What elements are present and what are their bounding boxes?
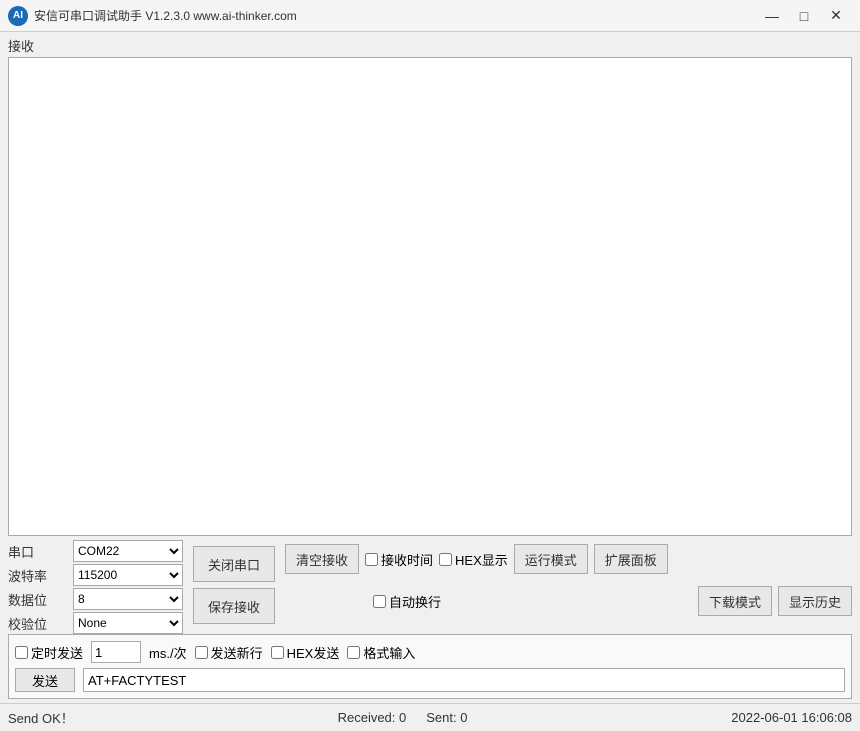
expand-panel-button[interactable]: 扩展面板 <box>594 544 668 574</box>
close-button[interactable]: ✕ <box>820 2 852 30</box>
port-select[interactable]: COM22 <box>73 540 183 562</box>
clear-receive-button[interactable]: 清空接收 <box>285 544 359 574</box>
hex-display-checkbox[interactable] <box>439 553 452 566</box>
auto-newline-checkbox[interactable] <box>373 595 386 608</box>
hex-display-group: HEX显示 <box>439 550 508 569</box>
auto-newline-group: 自动换行 <box>373 592 441 611</box>
close-port-button[interactable]: 关闭串口 <box>193 546 275 582</box>
send-ok-status: Send OK！ <box>8 708 74 727</box>
show-history-button[interactable]: 显示历史 <box>778 586 852 616</box>
receive-section: 接收 <box>8 36 852 536</box>
port-label: 串口 <box>8 542 69 561</box>
timed-send-label: 定时发送 <box>31 643 83 662</box>
send-panel: 定时发送 ms./次 发送新行 HEX发送 格式输入 发送 <box>8 634 852 699</box>
parity-label: 校验位 <box>8 614 69 633</box>
receive-label: 接收 <box>8 36 852 55</box>
app-icon: AI <box>8 6 28 26</box>
send-newline-checkbox[interactable] <box>195 646 208 659</box>
save-receive-button[interactable]: 保存接收 <box>193 588 275 624</box>
recv-time-checkbox[interactable] <box>365 553 378 566</box>
top-controls-row: 清空接收 接收时间 HEX显示 运行模式 扩展面板 <box>285 540 852 578</box>
port-settings-panel: 串口 COM22 波特率 115200 数据位 8 校验位 None 停止位 O… <box>8 540 183 630</box>
download-mode-button[interactable]: 下载模式 <box>698 586 772 616</box>
bottom-controls-row: 自动换行 下载模式 显示历史 <box>285 582 852 620</box>
baud-select[interactable]: 115200 <box>73 564 183 586</box>
parity-select[interactable]: None <box>73 612 183 634</box>
format-input-checkbox[interactable] <box>347 646 360 659</box>
ms-unit-label: ms./次 <box>149 643 187 662</box>
send-options-row: 定时发送 ms./次 发送新行 HEX发送 格式输入 <box>15 641 845 663</box>
datetime-status: 2022-06-01 16:06:08 <box>731 710 852 725</box>
send-button[interactable]: 发送 <box>15 668 75 692</box>
hex-send-label: HEX发送 <box>287 643 340 662</box>
status-bar: Send OK！ Received: 0 Sent: 0 2022-06-01 … <box>0 703 860 731</box>
receive-textarea[interactable] <box>8 57 852 536</box>
data-bits-select[interactable]: 8 <box>73 588 183 610</box>
controls-row: 串口 COM22 波特率 115200 数据位 8 校验位 None 停止位 O… <box>8 540 852 630</box>
ms-input[interactable] <box>91 641 141 663</box>
auto-newline-label: 自动换行 <box>389 592 441 611</box>
format-input-group: 格式输入 <box>347 643 415 662</box>
run-mode-button[interactable]: 运行模式 <box>514 544 588 574</box>
hex-display-label: HEX显示 <box>455 550 508 569</box>
received-status: Received: 0 <box>338 710 407 725</box>
hex-send-checkbox[interactable] <box>271 646 284 659</box>
minimize-button[interactable]: — <box>756 2 788 30</box>
title-bar: AI 安信可串口调试助手 V1.2.3.0 www.ai-thinker.com… <box>0 0 860 32</box>
right-control-panel: 清空接收 接收时间 HEX显示 运行模式 扩展面板 自动换行 <box>285 540 852 630</box>
baud-label: 波特率 <box>8 566 69 585</box>
sent-status: Sent: 0 <box>426 710 467 725</box>
port-control-panel: 关闭串口 保存接收 <box>189 540 279 630</box>
send-newline-label: 发送新行 <box>211 643 263 662</box>
send-newline-group: 发送新行 <box>195 643 263 662</box>
main-content: 接收 串口 COM22 波特率 115200 数据位 8 校验位 None 停止… <box>0 32 860 703</box>
window-controls: — □ ✕ <box>756 2 852 30</box>
recv-time-label: 接收时间 <box>381 550 433 569</box>
send-content-input[interactable] <box>83 668 845 692</box>
timed-send-checkbox[interactable] <box>15 646 28 659</box>
hex-send-group: HEX发送 <box>271 643 340 662</box>
data-bits-label: 数据位 <box>8 590 69 609</box>
recv-time-group: 接收时间 <box>365 550 433 569</box>
send-row: 发送 <box>15 668 845 692</box>
app-title: 安信可串口调试助手 V1.2.3.0 www.ai-thinker.com <box>34 7 756 24</box>
timed-send-group: 定时发送 <box>15 643 83 662</box>
maximize-button[interactable]: □ <box>788 2 820 30</box>
format-input-label: 格式输入 <box>363 643 415 662</box>
